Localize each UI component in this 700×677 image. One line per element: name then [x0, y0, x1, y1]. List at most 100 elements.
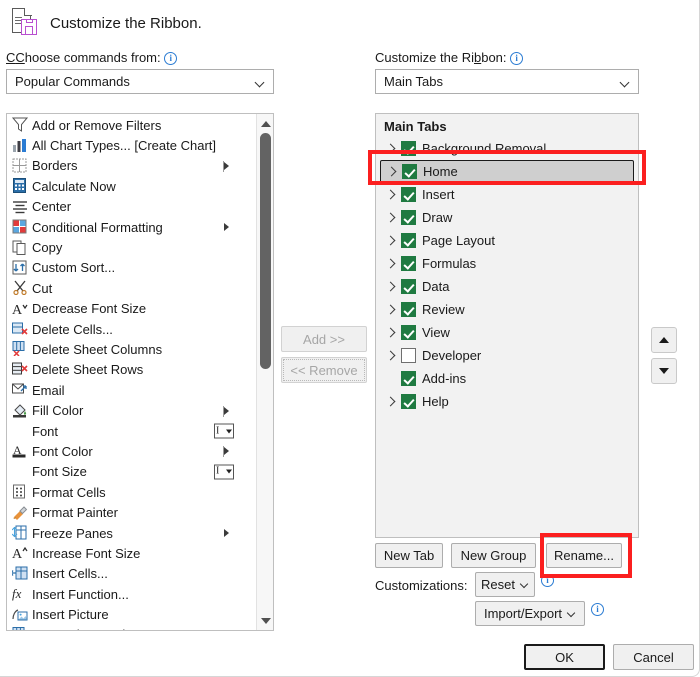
command-list-item[interactable]: Custom Sort... — [7, 258, 255, 278]
remove-button[interactable]: << Remove — [281, 357, 367, 383]
chevron-right-icon[interactable] — [384, 142, 398, 156]
chevron-right-icon[interactable] — [384, 234, 398, 248]
submenu-arrow-icon[interactable] — [224, 529, 229, 537]
delete-sheet-columns-icon — [12, 341, 29, 358]
command-list-item[interactable]: Font I — [7, 421, 255, 441]
command-list-item[interactable]: Format Cells — [7, 482, 255, 502]
rename-button[interactable]: Rename... — [546, 543, 622, 568]
command-list-item[interactable]: Insert Cells... — [7, 564, 255, 584]
tree-checkbox[interactable] — [401, 325, 416, 340]
command-list-item[interactable]: Add or Remove Filters — [7, 115, 255, 135]
tree-row[interactable]: Developer — [376, 344, 638, 367]
customize-ribbon-combo[interactable]: Main Tabs — [375, 69, 639, 94]
commands-scrollbar[interactable] — [256, 114, 273, 630]
tree-row[interactable]: Help — [376, 390, 638, 413]
dialog-header: Customize the Ribbon. — [10, 8, 202, 38]
tree-row-home[interactable]: Home — [380, 160, 634, 183]
scroll-up-icon[interactable] — [257, 115, 273, 132]
tree-checkbox[interactable] — [401, 302, 416, 317]
command-list-item[interactable]: Delete Sheet Columns — [7, 339, 255, 359]
command-list-item[interactable]: A Decrease Font Size — [7, 299, 255, 319]
add-button[interactable]: Add >> — [281, 326, 367, 352]
tree-checkbox[interactable] — [401, 256, 416, 271]
move-up-button[interactable] — [651, 327, 677, 353]
command-list-item[interactable]: Center — [7, 197, 255, 217]
tree-row[interactable]: Background Removal — [376, 137, 638, 160]
submenu-arrow-icon[interactable] — [223, 160, 229, 172]
info-icon[interactable]: i — [510, 52, 524, 66]
tree-row[interactable]: Draw — [376, 206, 638, 229]
command-list-item[interactable]: Fill Color — [7, 400, 255, 420]
command-list-item[interactable]: Font Size I — [7, 462, 255, 482]
svg-text:A: A — [12, 303, 23, 316]
chevron-right-icon[interactable] — [384, 303, 398, 317]
command-list-item[interactable]: Email — [7, 380, 255, 400]
scroll-down-icon[interactable] — [257, 612, 273, 629]
tree-row[interactable]: Insert — [376, 183, 638, 206]
new-group-button[interactable]: New Group — [451, 543, 536, 568]
commands-listbox[interactable]: Add or Remove Filters All Chart Types... … — [6, 113, 274, 631]
chevron-right-icon[interactable] — [384, 395, 398, 409]
submenu-arrow-icon[interactable] — [223, 446, 229, 458]
move-down-button[interactable] — [651, 358, 677, 384]
tree-checkbox[interactable] — [401, 187, 416, 202]
tree-row[interactable]: View — [376, 321, 638, 344]
chevron-right-icon[interactable] — [384, 257, 398, 271]
cancel-button[interactable]: Cancel — [613, 644, 694, 670]
command-list-item[interactable]: Insert Picture — [7, 604, 255, 624]
tree-row[interactable]: Review — [376, 298, 638, 321]
import-export-button[interactable]: Import/Export — [475, 601, 585, 626]
insert-sheet-columns-icon — [12, 626, 29, 630]
command-list-item[interactable]: fx Insert Function... — [7, 584, 255, 604]
new-tab-button[interactable]: New Tab — [375, 543, 443, 568]
tree-row-label: Data — [422, 279, 450, 294]
tree-checkbox[interactable] — [401, 348, 416, 363]
chevron-right-icon[interactable] — [384, 349, 398, 363]
tree-checkbox[interactable] — [401, 233, 416, 248]
chevron-right-icon[interactable] — [384, 211, 398, 225]
command-list-item-label: Freeze Panes — [32, 525, 113, 541]
tree-row[interactable]: Formulas — [376, 252, 638, 275]
tree-row[interactable]: Page Layout — [376, 229, 638, 252]
command-list-item[interactable]: A Font Color — [7, 441, 255, 461]
submenu-arrow-icon[interactable] — [224, 223, 229, 232]
tree-checkbox[interactable] — [401, 210, 416, 225]
tree-row[interactable]: Data — [376, 275, 638, 298]
command-list-item[interactable]: Insert Sheet Columns — [7, 625, 255, 630]
chevron-right-icon[interactable] — [384, 280, 398, 294]
ok-button[interactable]: OK — [524, 644, 605, 670]
info-icon[interactable]: i — [164, 52, 178, 66]
command-list-item[interactable]: All Chart Types... [Create Chart] — [7, 135, 255, 155]
tree-checkbox[interactable] — [402, 164, 417, 179]
command-list-item[interactable]: Calculate Now — [7, 176, 255, 196]
tree-checkbox[interactable] — [401, 141, 416, 156]
command-list-item[interactable]: Delete Cells... — [7, 319, 255, 339]
command-list-item-label: Delete Sheet Rows — [32, 362, 144, 378]
command-list-item[interactable]: Format Painter — [7, 502, 255, 522]
tree-row[interactable]: Add-ins — [376, 367, 638, 390]
chevron-right-icon[interactable] — [384, 188, 398, 202]
reset-button[interactable]: Reset — [475, 572, 535, 597]
info-icon[interactable]: i — [541, 574, 554, 587]
tree-checkbox[interactable] — [401, 279, 416, 294]
command-list-item[interactable]: Borders — [7, 156, 255, 176]
command-list-item[interactable]: Cut — [7, 278, 255, 298]
inline-combo-icon[interactable]: I — [214, 464, 234, 480]
command-list-item[interactable]: Conditional Formatting — [7, 217, 255, 237]
submenu-arrow-icon[interactable] — [223, 405, 229, 417]
chevron-right-icon[interactable] — [385, 165, 399, 179]
chevron-right-icon[interactable] — [384, 326, 398, 340]
tree-checkbox[interactable] — [401, 371, 416, 386]
choose-commands-combo[interactable]: Popular Commands — [6, 69, 274, 94]
format-cells-icon — [12, 484, 29, 500]
info-icon[interactable]: i — [591, 603, 604, 616]
command-list-item[interactable]: Copy — [7, 237, 255, 257]
command-list-item[interactable]: A Increase Font Size — [7, 543, 255, 563]
command-list-item[interactable]: Delete Sheet Rows — [7, 360, 255, 380]
tree-checkbox[interactable] — [401, 394, 416, 409]
command-list-item[interactable]: Freeze Panes — [7, 523, 255, 543]
scrollbar-thumb[interactable] — [260, 133, 271, 369]
choose-commands-combo-value: Popular Commands — [15, 74, 130, 89]
inline-combo-icon[interactable]: I — [214, 423, 234, 439]
ribbon-tree-listbox[interactable]: Main Tabs Background Removal Home Insert Dr… — [375, 113, 639, 538]
